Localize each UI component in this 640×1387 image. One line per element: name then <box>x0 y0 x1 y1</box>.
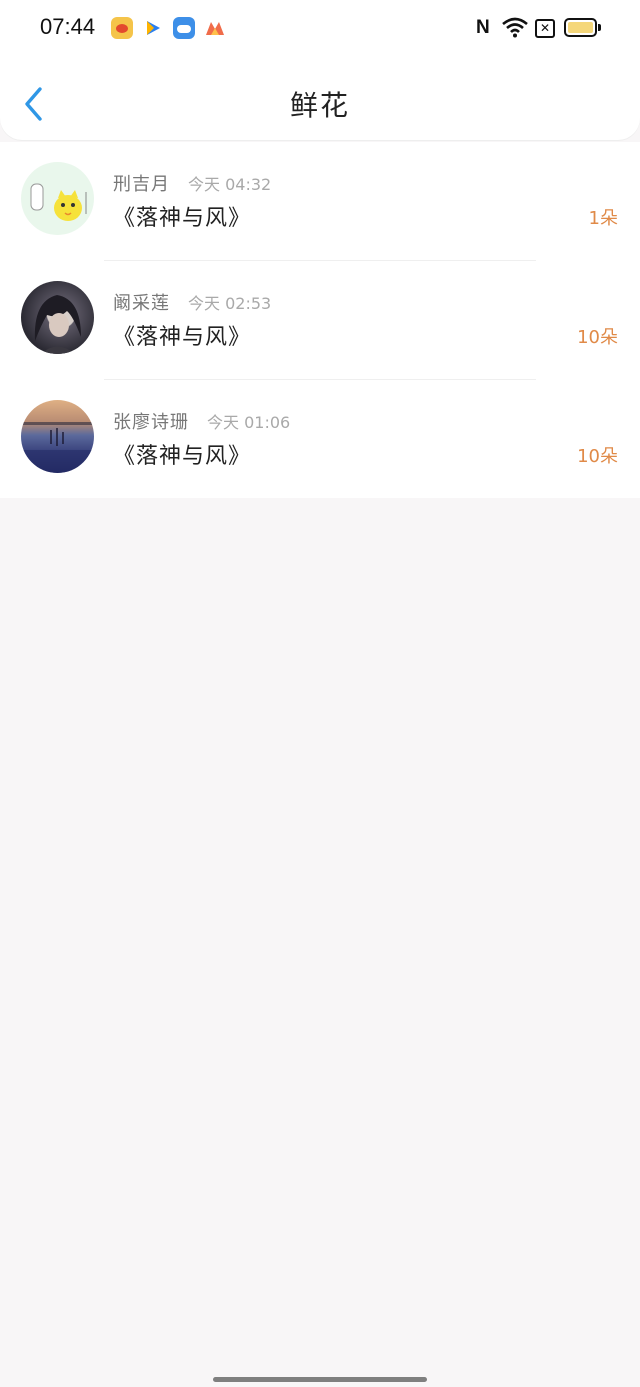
send-time: 今天 01:06 <box>207 413 291 432</box>
status-bar: 07:44 N ✕ <box>0 0 640 56</box>
weibo-icon <box>111 17 133 39</box>
book-title: 《落神与风》 <box>113 325 252 350</box>
flower-count: 10朵 <box>577 327 618 348</box>
avatar[interactable] <box>21 281 94 354</box>
flower-count: 10朵 <box>577 446 618 467</box>
avatar[interactable] <box>21 400 94 473</box>
page-title: 鲜花 <box>289 89 350 122</box>
flower-list: 刑吉月 今天 04:32 《落神与风》 1朵 阚采莲 今天 02:53 《落神与风》… <box>0 142 640 498</box>
play-arrow-icon <box>142 17 164 39</box>
send-time: 今天 02:53 <box>188 294 272 313</box>
wifi-icon <box>502 16 528 42</box>
book-title: 《落神与风》 <box>113 206 252 231</box>
m-app-icon <box>204 17 226 39</box>
list-item[interactable]: 张廖诗珊 今天 01:06 《落神与风》 10朵 <box>0 380 640 499</box>
list-item[interactable]: 阚采莲 今天 02:53 《落神与风》 10朵 <box>0 261 640 380</box>
battery-tip <box>598 24 601 31</box>
sender-name: 阚采莲 今天 02:53 <box>113 293 272 314</box>
nfc-icon: N <box>476 17 490 38</box>
battery-icon <box>564 18 597 37</box>
avatar[interactable] <box>21 162 94 235</box>
list-item[interactable]: 刑吉月 今天 04:32 《落神与风》 1朵 <box>0 142 640 261</box>
sim-off-icon: ✕ <box>535 19 555 38</box>
nav-bar: 鲜花 <box>0 56 640 140</box>
send-time: 今天 04:32 <box>188 175 272 194</box>
weather-icon <box>173 17 195 39</box>
book-title: 《落神与风》 <box>113 444 252 469</box>
home-indicator[interactable] <box>213 1377 427 1382</box>
sender-name: 刑吉月 今天 04:32 <box>113 174 272 195</box>
flower-count: 1朵 <box>588 208 618 229</box>
sender-name: 张廖诗珊 今天 01:06 <box>113 412 291 433</box>
status-time: 07:44 <box>40 14 96 39</box>
